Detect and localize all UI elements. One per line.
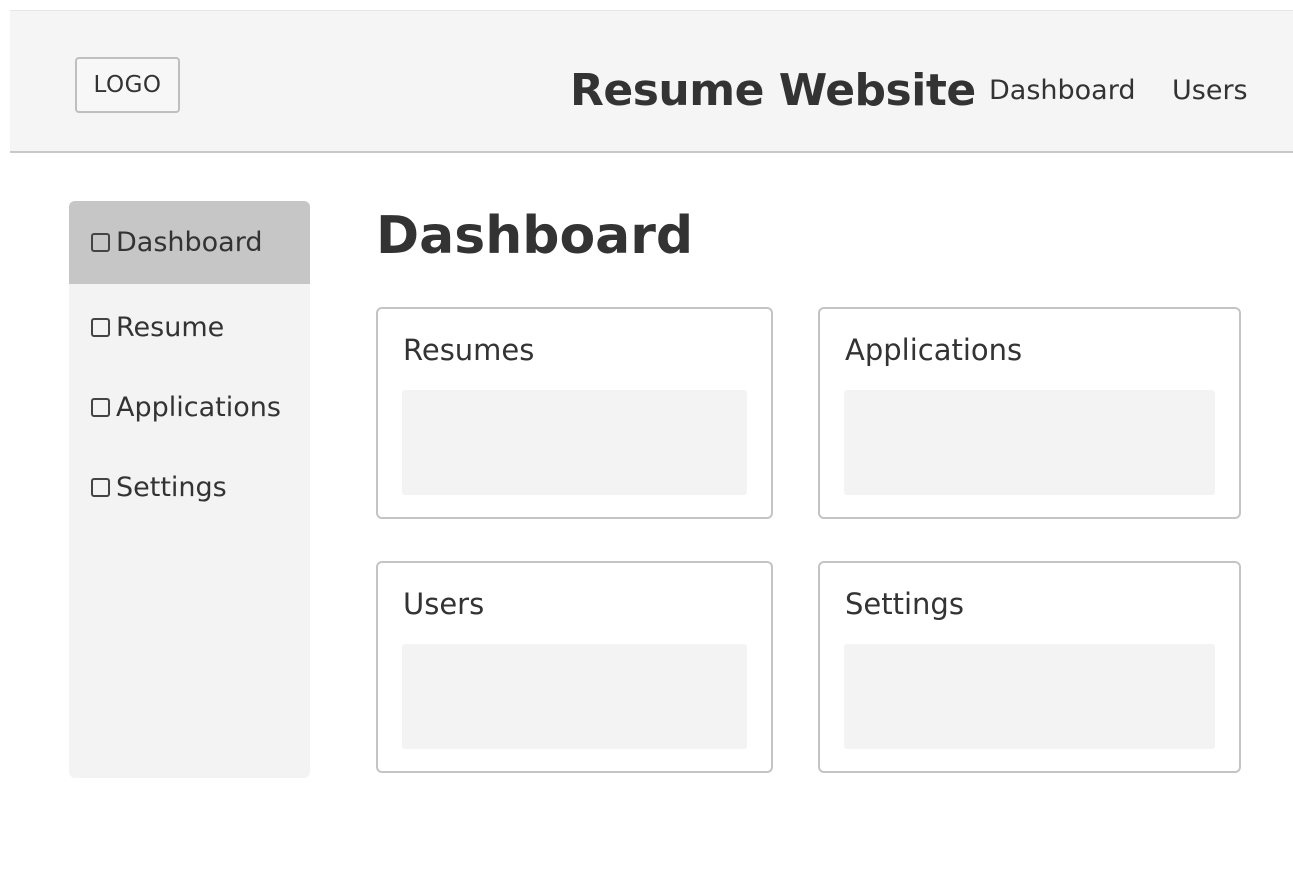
logo[interactable]: LOGO <box>75 57 180 113</box>
sidebar: Dashboard Resume Applications Settings <box>69 201 310 778</box>
nav-link-users[interactable]: Users <box>1172 75 1248 106</box>
card-title: Users <box>403 587 485 621</box>
sidebar-item-label: Dashboard <box>116 227 263 258</box>
checkbox-icon <box>91 318 110 337</box>
card-applications[interactable]: Applications <box>818 307 1241 519</box>
checkbox-icon <box>91 233 110 252</box>
card-title: Settings <box>845 587 964 621</box>
page-title: Dashboard <box>376 206 694 266</box>
sidebar-item-applications[interactable]: Applications <box>69 366 310 449</box>
card-content-placeholder <box>402 390 747 495</box>
card-settings[interactable]: Settings <box>818 561 1241 773</box>
card-content-placeholder <box>844 644 1215 749</box>
sidebar-item-label: Resume <box>116 312 225 343</box>
sidebar-item-resume[interactable]: Resume <box>69 286 310 369</box>
top-header: LOGO Resume Website Dashboard Users <box>10 10 1293 153</box>
sidebar-item-label: Applications <box>116 392 281 423</box>
card-users[interactable]: Users <box>376 561 773 773</box>
card-content-placeholder <box>844 390 1215 495</box>
card-title: Resumes <box>403 333 535 367</box>
checkbox-icon <box>91 478 110 497</box>
card-content-placeholder <box>402 644 747 749</box>
sidebar-item-label: Settings <box>116 472 227 503</box>
nav-link-dashboard[interactable]: Dashboard <box>989 75 1135 106</box>
sidebar-item-dashboard[interactable]: Dashboard <box>69 201 310 284</box>
checkbox-icon <box>91 398 110 417</box>
site-title: Resume Website <box>570 65 976 116</box>
card-title: Applications <box>845 333 1023 367</box>
card-resumes[interactable]: Resumes <box>376 307 773 519</box>
sidebar-item-settings[interactable]: Settings <box>69 446 310 529</box>
